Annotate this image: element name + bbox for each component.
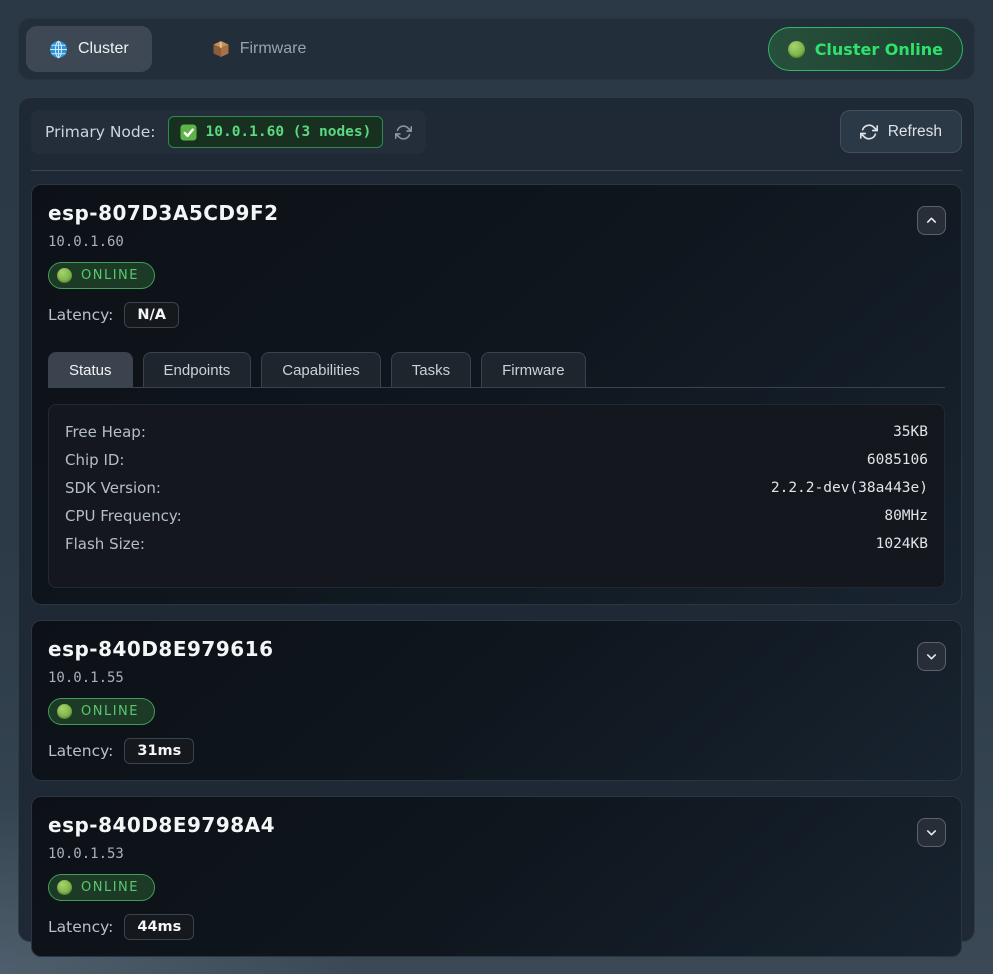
- status-panel: Free Heap: 35KB Chip ID: 6085106 SDK Ver…: [48, 404, 945, 588]
- primary-node-badge: 10.0.1.60 (3 nodes): [168, 116, 384, 148]
- latency-row: Latency: 44ms: [48, 914, 945, 940]
- detail-row-chip-id: Chip ID: 6085106: [65, 446, 928, 474]
- detail-value: 6085106: [867, 452, 928, 468]
- latency-value-badge: 44ms: [124, 914, 194, 940]
- node-name: esp-840D8E9798A4: [48, 813, 945, 837]
- detail-row-flash-size: Flash Size: 1024KB: [65, 530, 928, 558]
- globe-icon: [49, 40, 68, 59]
- node-status-label: ONLINE: [81, 268, 139, 283]
- green-dot-icon: [57, 704, 72, 719]
- detail-value: 2.2.2-dev(38a443e): [771, 480, 928, 496]
- node-status-label: ONLINE: [81, 880, 139, 895]
- latency-label: Latency:: [48, 918, 113, 936]
- collapse-button[interactable]: [917, 206, 946, 235]
- node-card-esp-840D8E9798A4: esp-840D8E9798A4 10.0.1.53 ONLINE Latenc…: [31, 796, 962, 957]
- chevron-down-icon: [924, 649, 939, 664]
- node-status-badge: ONLINE: [48, 262, 155, 289]
- node-tabs: Status Endpoints Capabilities Tasks Firm…: [48, 352, 945, 388]
- latency-label: Latency:: [48, 742, 113, 760]
- node-ip: 10.0.1.60: [48, 234, 945, 250]
- tab-firmware[interactable]: Firmware: [189, 26, 330, 72]
- topbar: Primary Node: 10.0.1.60 (3 nodes): [31, 110, 962, 154]
- refresh-icon: [860, 123, 878, 141]
- expand-button[interactable]: [917, 818, 946, 847]
- latency-value-badge: N/A: [124, 302, 179, 328]
- refresh-button[interactable]: Refresh: [840, 110, 962, 153]
- detail-label: CPU Frequency:: [65, 507, 182, 525]
- chevron-up-icon: [924, 213, 939, 228]
- latency-row: Latency: 31ms: [48, 738, 945, 764]
- primary-node-value: 10.0.1.60 (3 nodes): [206, 124, 372, 140]
- latency-label: Latency:: [48, 306, 113, 324]
- green-dot-icon: [788, 41, 805, 58]
- tab-status[interactable]: Status: [48, 352, 133, 387]
- detail-row-cpu-frequency: CPU Frequency: 80MHz: [65, 502, 928, 530]
- detail-value: 35KB: [893, 424, 928, 440]
- check-icon: [180, 124, 197, 141]
- detail-label: Flash Size:: [65, 535, 145, 553]
- node-name: esp-807D3A5CD9F2: [48, 201, 945, 225]
- divider: [31, 170, 962, 171]
- package-icon: [212, 40, 230, 58]
- node-name: esp-840D8E979616: [48, 637, 945, 661]
- main-container: Primary Node: 10.0.1.60 (3 nodes): [18, 97, 975, 942]
- expand-button[interactable]: [917, 642, 946, 671]
- tab-tasks[interactable]: Tasks: [391, 352, 471, 387]
- detail-row-sdk-version: SDK Version: 2.2.2-dev(38a443e): [65, 474, 928, 502]
- detail-label: Free Heap:: [65, 423, 146, 441]
- node-card-esp-807D3A5CD9F2: esp-807D3A5CD9F2 10.0.1.60 ONLINE Latenc…: [31, 184, 962, 605]
- node-status-badge: ONLINE: [48, 698, 155, 725]
- tab-firmware-node[interactable]: Firmware: [481, 352, 586, 387]
- refresh-button-label: Refresh: [888, 123, 942, 141]
- tab-capabilities[interactable]: Capabilities: [261, 352, 381, 387]
- latency-row: Latency: N/A: [48, 302, 945, 328]
- detail-value: 80MHz: [884, 508, 928, 524]
- node-status-label: ONLINE: [81, 704, 139, 719]
- top-navbar: Cluster Firmware Cluster Online: [18, 18, 975, 80]
- latency-value-badge: 31ms: [124, 738, 194, 764]
- tab-endpoints[interactable]: Endpoints: [143, 352, 252, 387]
- node-ip: 10.0.1.55: [48, 670, 945, 686]
- node-status-badge: ONLINE: [48, 874, 155, 901]
- green-dot-icon: [57, 268, 72, 283]
- detail-label: SDK Version:: [65, 479, 161, 497]
- detail-label: Chip ID:: [65, 451, 124, 469]
- green-dot-icon: [57, 880, 72, 895]
- tab-firmware-label: Firmware: [240, 40, 307, 58]
- detail-value: 1024KB: [876, 536, 928, 552]
- sync-icon[interactable]: [395, 124, 412, 141]
- cluster-online-label: Cluster Online: [815, 40, 943, 59]
- primary-node-bar: Primary Node: 10.0.1.60 (3 nodes): [31, 110, 426, 154]
- node-ip: 10.0.1.53: [48, 846, 945, 862]
- node-card-esp-840D8E979616: esp-840D8E979616 10.0.1.55 ONLINE Latenc…: [31, 620, 962, 781]
- primary-node-label: Primary Node:: [45, 123, 156, 141]
- tab-cluster[interactable]: Cluster: [26, 26, 152, 72]
- cluster-online-badge: Cluster Online: [768, 27, 963, 71]
- tab-cluster-label: Cluster: [78, 40, 129, 58]
- detail-row-free-heap: Free Heap: 35KB: [65, 418, 928, 446]
- chevron-down-icon: [924, 825, 939, 840]
